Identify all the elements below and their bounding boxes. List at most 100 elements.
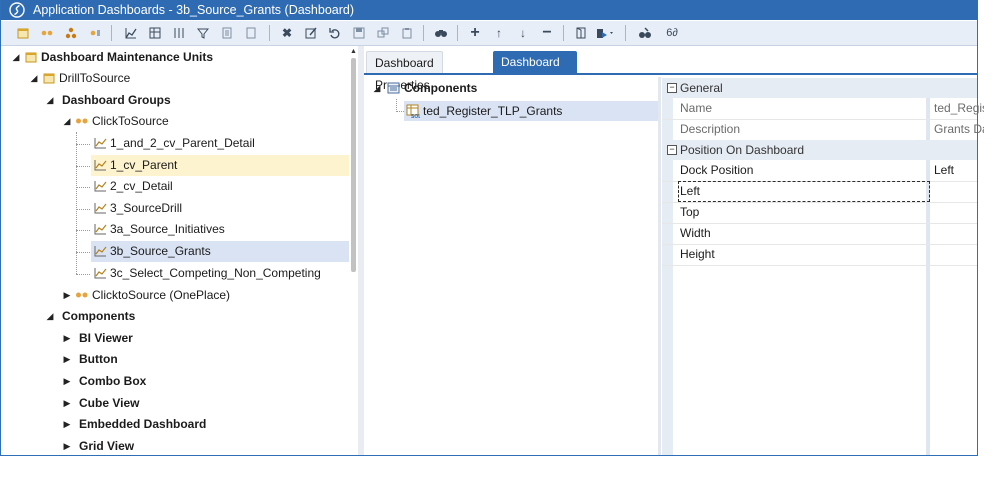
collapse-toggle-icon[interactable]: − — [667, 145, 677, 155]
collapsed-arrow-icon[interactable]: ▶ — [62, 285, 72, 306]
title-bar: Application Dashboards - 3b_Source_Grant… — [1, 0, 977, 20]
tree-unit[interactable]: ◢ DrillToSource — [7, 68, 349, 89]
move-up-icon[interactable]: ↑ — [491, 25, 507, 41]
component-item[interactable]: SQL ted_Register_TLP_Grants — [404, 101, 658, 121]
grid-icon[interactable] — [147, 25, 163, 41]
property-row-height[interactable]: Height — [662, 244, 977, 266]
parameter-icon[interactable] — [87, 25, 103, 41]
tree-root[interactable]: ◢ Dashboard Maintenance Units — [7, 47, 349, 68]
component-icon[interactable] — [63, 25, 79, 41]
property-row-name[interactable]: Name ted_Register_TLP_Grants — [662, 98, 984, 120]
property-value[interactable]: ted_Register_TLP_Grants — [934, 98, 984, 119]
collapsed-arrow-icon[interactable]: ▶ — [62, 349, 72, 370]
collapsed-arrow-icon[interactable]: ▶ — [62, 436, 72, 455]
collapsed-arrow-icon[interactable]: ▶ — [62, 393, 72, 414]
add-icon[interactable]: + — [467, 24, 483, 41]
run-icon[interactable] — [595, 25, 617, 41]
scrollbar-thumb[interactable] — [351, 58, 356, 272]
collapsed-arrow-icon[interactable]: ▶ — [62, 414, 72, 435]
expanded-arrow-icon[interactable]: ◢ — [45, 306, 55, 327]
sql-table-icon: SQL — [406, 104, 420, 118]
dashboard-icon — [94, 268, 107, 279]
copy-icon[interactable] — [243, 25, 259, 41]
expanded-arrow-icon[interactable]: ◢ — [45, 90, 55, 111]
property-row-dock-position[interactable]: Dock Position Left — [662, 160, 977, 182]
component-type-label: Combo Box — [79, 374, 147, 388]
page-icon[interactable] — [219, 25, 235, 41]
property-row-description[interactable]: Description Grants Data — [662, 119, 984, 141]
expanded-arrow-icon[interactable]: ◢ — [11, 47, 21, 68]
component-type-label: Grid View — [79, 439, 135, 453]
chart-icon[interactable] — [123, 25, 139, 41]
new-icon[interactable] — [15, 25, 31, 41]
dashboard-label: 3b_Source_Grants — [110, 244, 211, 258]
undo-icon[interactable] — [327, 25, 343, 41]
tree-component-type[interactable]: ▶ Combo Box — [7, 371, 349, 392]
property-row-top[interactable]: Top — [662, 202, 977, 224]
tree-component-type[interactable]: ▶ Embedded Dashboard — [7, 414, 349, 435]
tree-unit-label: DrillToSource — [59, 71, 131, 85]
property-name: Top — [680, 205, 700, 219]
column-icon[interactable] — [171, 25, 187, 41]
filter-icon[interactable] — [195, 25, 211, 41]
dashboard-group-icon[interactable] — [39, 25, 55, 41]
tree-component-type[interactable]: ▶ Button — [7, 349, 349, 370]
components-list: ◢ Components SQL ted_Register_TLP_Grants — [368, 77, 658, 455]
tree-dashboard-item-selected[interactable]: 3b_Source_Grants — [91, 241, 349, 262]
view-icon[interactable]: 6∂ — [661, 25, 683, 41]
tree-root-label: Dashboard Maintenance Units — [41, 50, 214, 64]
tree-component-type[interactable]: ▶ BI Viewer — [7, 328, 349, 349]
tree-dashboard-item[interactable]: 1_and_2_cv_Parent_Detail — [91, 133, 349, 154]
open-icon[interactable] — [573, 25, 589, 41]
tree-group-clicktosource-oneplace[interactable]: ▶ ClicktoSource (OnePlace) — [7, 285, 349, 306]
components-header[interactable]: ◢ Components — [368, 77, 658, 99]
dashboard-groups-label: Dashboard Groups — [62, 93, 171, 107]
dashboard-label: 1_cv_Parent — [110, 158, 178, 172]
tree-dashboard-item[interactable]: 3a_Source_Initiatives — [91, 219, 349, 240]
property-row-left[interactable]: Left — [662, 181, 977, 203]
tree-component-type[interactable]: ▶ Cube View — [7, 393, 349, 414]
tree-components[interactable]: ◢ Components — [7, 306, 349, 327]
collapsed-arrow-icon[interactable]: ▶ — [62, 328, 72, 349]
delete-icon[interactable]: ✖ — [279, 25, 295, 41]
edit-icon[interactable] — [303, 25, 319, 41]
tab-dashboard-properties[interactable]: Dashboard Properties — [366, 51, 443, 92]
svg-text:SQL: SQL — [411, 114, 420, 118]
property-name: Description — [680, 122, 741, 136]
expanded-arrow-icon[interactable]: ◢ — [29, 68, 39, 89]
category-general[interactable]: − General — [662, 78, 977, 98]
components-splitter[interactable] — [658, 77, 661, 455]
dashboard-label: 3_SourceDrill — [110, 201, 183, 215]
tree-group-clicktosource[interactable]: ◢ ClickToSource — [7, 111, 349, 132]
remove-icon[interactable]: − — [539, 24, 555, 41]
clipboard-icon[interactable] — [399, 25, 415, 41]
collapsed-arrow-icon[interactable]: ▶ — [62, 371, 72, 392]
tree-dashboard-item[interactable]: 2_cv_Detail — [91, 176, 349, 197]
category-position[interactable]: − Position On Dashboard — [662, 140, 977, 160]
tree-dashboard-groups[interactable]: ◢ Dashboard Groups — [7, 90, 349, 111]
dashboard-label: 3a_Source_Initiatives — [110, 222, 225, 236]
save-icon[interactable] — [351, 25, 367, 41]
save-as-icon[interactable] — [375, 25, 391, 41]
dashboard-label: 3c_Select_Competing_Non_Competing — [110, 266, 321, 280]
collapse-toggle-icon[interactable]: − — [667, 83, 677, 93]
binoculars-icon[interactable] — [433, 25, 449, 41]
tree-dashboard-item[interactable]: 3c_Select_Competing_Non_Competing — [91, 263, 349, 284]
dashboard-label: 1_and_2_cv_Parent_Detail — [110, 136, 255, 150]
tree-dashboard-item[interactable]: 3_SourceDrill — [91, 198, 349, 219]
property-row-width[interactable]: Width — [662, 223, 977, 245]
component-type-label: BI Viewer — [79, 331, 133, 345]
property-value[interactable]: Grants Data — [934, 119, 984, 140]
expanded-arrow-icon[interactable]: ◢ — [62, 111, 72, 132]
tree-component-type[interactable]: ▶ Grid View — [7, 436, 349, 455]
find-icon[interactable] — [637, 25, 653, 41]
move-down-icon[interactable]: ↓ — [515, 25, 531, 41]
property-value[interactable]: Left — [934, 160, 984, 181]
property-grid: − General Name ted_Register_TLP_Grants D… — [662, 78, 984, 455]
scroll-up-icon[interactable]: ▲ — [350, 48, 357, 55]
dashboard-icon — [94, 181, 107, 192]
tree-dashboard-item[interactable]: 1_cv_Parent — [91, 155, 349, 176]
tab-dashboard-components[interactable]: Dashboard Components — [493, 51, 578, 91]
expanded-arrow-icon[interactable]: ◢ — [372, 77, 382, 99]
tree-scrollbar[interactable]: ▲ — [349, 46, 358, 455]
